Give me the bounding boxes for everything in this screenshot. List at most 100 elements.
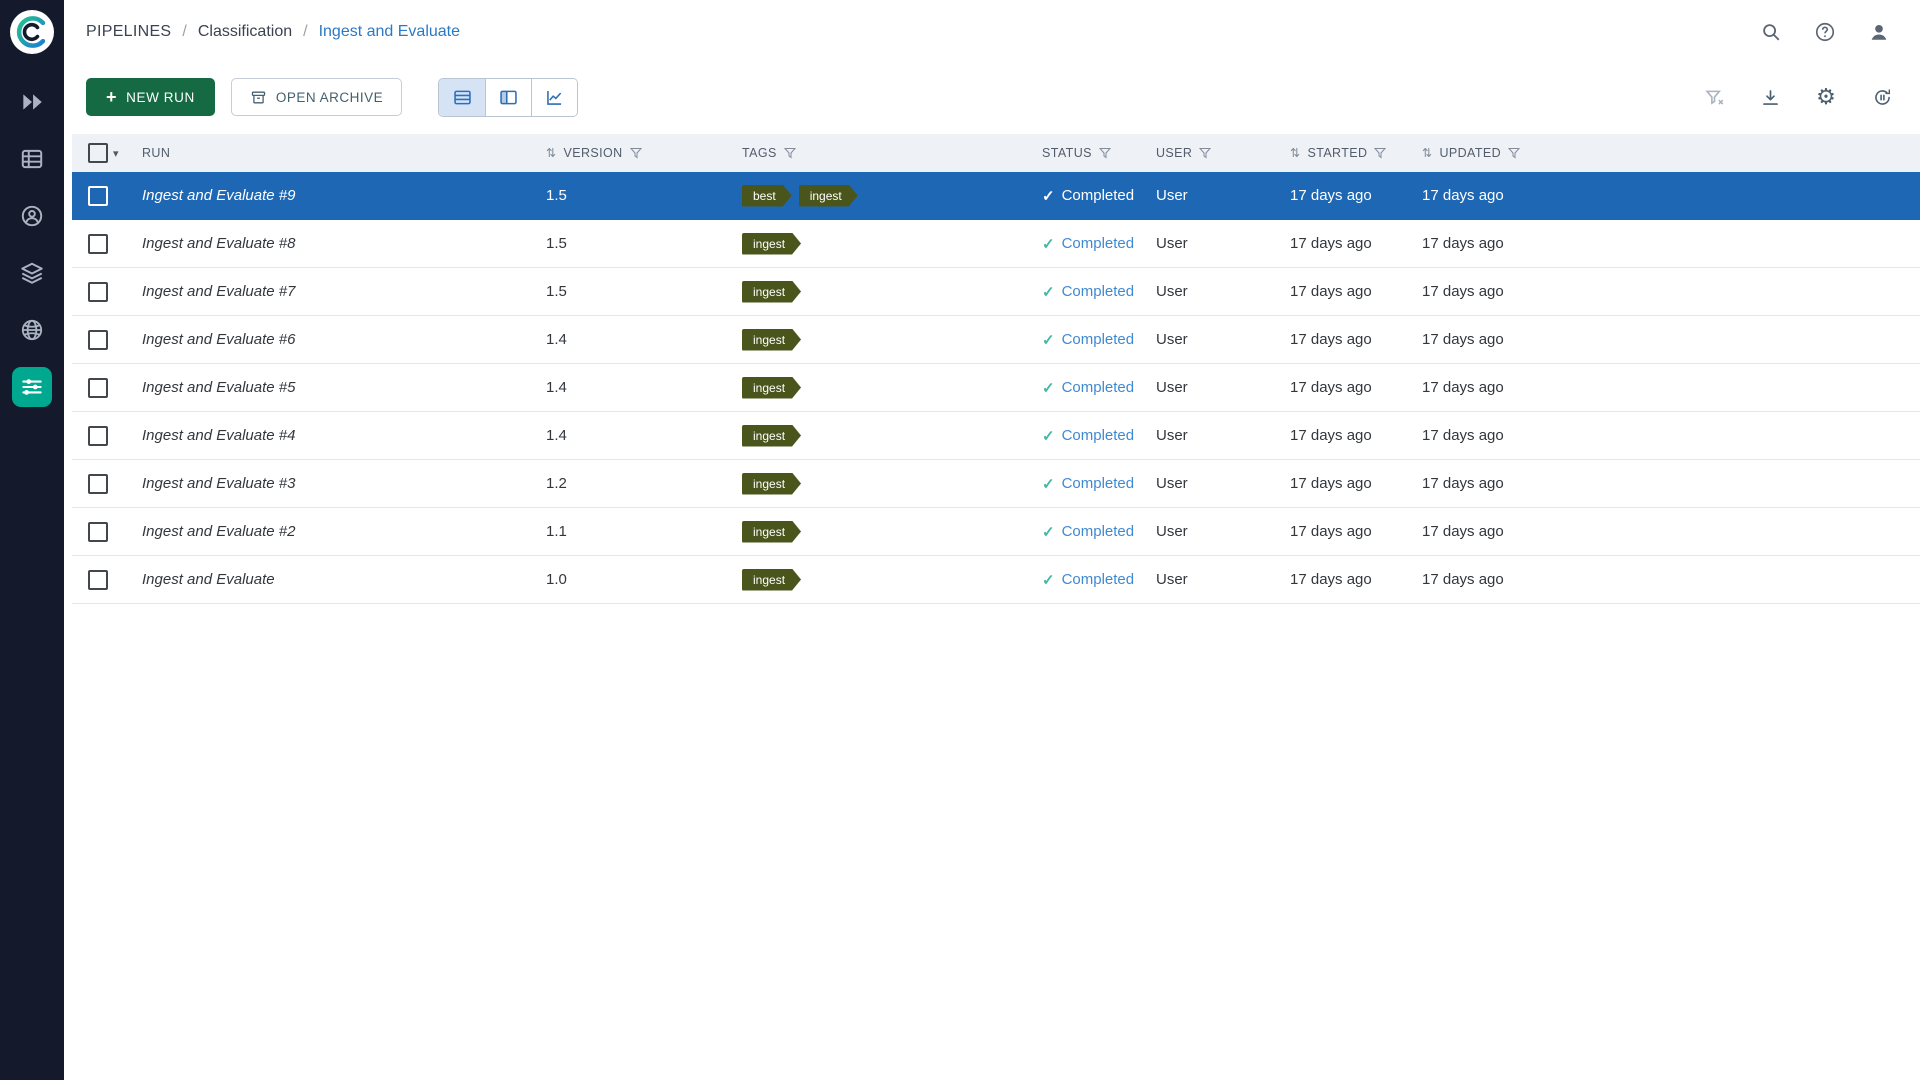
- search-button[interactable]: [1758, 19, 1784, 45]
- column-label: USER: [1156, 146, 1192, 160]
- column-header-started[interactable]: ⇅ STARTED: [1274, 146, 1414, 160]
- run-cell[interactable]: Ingest and Evaluate #4: [134, 427, 538, 444]
- status-check-icon: ✓: [1042, 427, 1055, 445]
- status-label: Completed: [1062, 379, 1135, 396]
- filter-icon[interactable]: [630, 147, 642, 159]
- run-cell[interactable]: Ingest and Evaluate #5: [134, 379, 538, 396]
- row-checkbox[interactable]: [88, 186, 108, 206]
- run-started: 17 days ago: [1290, 523, 1372, 540]
- row-checkbox[interactable]: [88, 426, 108, 446]
- run-cell[interactable]: Ingest and Evaluate #2: [134, 523, 538, 540]
- breadcrumb-item-pipelines[interactable]: PIPELINES: [86, 23, 171, 41]
- run-version: 1.4: [546, 379, 567, 396]
- row-checkbox[interactable]: [88, 234, 108, 254]
- user-avatar[interactable]: [1866, 19, 1892, 45]
- tag-badge[interactable]: ingest: [742, 329, 801, 351]
- table-row[interactable]: Ingest and Evaluate #6 1.4 ingest ✓ Comp…: [72, 316, 1920, 364]
- clearml-logo[interactable]: [10, 10, 54, 54]
- table-row[interactable]: Ingest and Evaluate 1.0 ingest ✓ Complet…: [72, 556, 1920, 604]
- run-cell[interactable]: Ingest and Evaluate #9: [134, 187, 538, 204]
- column-header-run[interactable]: RUN: [134, 146, 538, 160]
- updated-cell: 17 days ago: [1414, 235, 1920, 252]
- filter-icon[interactable]: [1099, 147, 1111, 159]
- table-row[interactable]: Ingest and Evaluate #3 1.2 ingest ✓ Comp…: [72, 460, 1920, 508]
- sort-icon[interactable]: ⇅: [546, 146, 556, 160]
- sort-icon[interactable]: ⇅: [1422, 146, 1432, 160]
- sidebar-item-workers-queues[interactable]: [12, 196, 52, 236]
- download-button[interactable]: [1758, 85, 1782, 109]
- sidebar-item-datasets[interactable]: [12, 139, 52, 179]
- tag-badge[interactable]: ingest: [742, 233, 801, 255]
- filter-icon[interactable]: [1199, 147, 1211, 159]
- table-view-button[interactable]: [439, 79, 485, 116]
- chart-view-button[interactable]: [531, 79, 577, 116]
- user-cell: User: [1148, 475, 1274, 492]
- tag-badge[interactable]: ingest: [742, 569, 801, 591]
- row-checkbox[interactable]: [88, 330, 108, 350]
- breadcrumb-item-pipeline[interactable]: Ingest and Evaluate: [319, 23, 460, 41]
- sidebar-item-projects[interactable]: [12, 82, 52, 122]
- pipeline-toolbar: + NEW RUN OPEN ARCHIVE: [64, 64, 1920, 130]
- sidebar-item-reports[interactable]: [12, 253, 52, 293]
- column-header-user[interactable]: USER: [1148, 146, 1274, 160]
- filter-icon[interactable]: [784, 147, 796, 159]
- run-cell[interactable]: Ingest and Evaluate #8: [134, 235, 538, 252]
- tag-badge[interactable]: best: [742, 185, 792, 207]
- column-header-version[interactable]: ⇅ VERSION: [538, 146, 734, 160]
- row-select-cell: [72, 282, 134, 302]
- settings-button[interactable]: ⚙: [1814, 85, 1838, 109]
- filter-clear-icon: [1704, 87, 1725, 108]
- filter-icon[interactable]: [1508, 147, 1520, 159]
- sidebar-item-pipelines[interactable]: [12, 367, 52, 407]
- auto-refresh-button[interactable]: [1870, 85, 1894, 109]
- status-label: Completed: [1062, 475, 1135, 492]
- tags-cell: ingest: [734, 233, 1034, 255]
- select-dropdown-caret[interactable]: ▾: [113, 147, 119, 160]
- run-tags: ingest: [742, 473, 801, 495]
- breadcrumb-item-project[interactable]: Classification: [198, 23, 292, 41]
- status-check-icon: ✓: [1042, 283, 1055, 301]
- tag-badge[interactable]: ingest: [742, 425, 801, 447]
- table-row[interactable]: Ingest and Evaluate #2 1.1 ingest ✓ Comp…: [72, 508, 1920, 556]
- tag-badge[interactable]: ingest: [742, 377, 801, 399]
- sidebar: [0, 0, 64, 1080]
- split-view-button[interactable]: [485, 79, 531, 116]
- row-checkbox[interactable]: [88, 522, 108, 542]
- tag-badge[interactable]: ingest: [742, 521, 801, 543]
- tag-badge[interactable]: ingest: [742, 281, 801, 303]
- column-header-status[interactable]: STATUS: [1034, 146, 1148, 160]
- tag-badge[interactable]: ingest: [799, 185, 858, 207]
- clear-filters-button[interactable]: [1702, 85, 1726, 109]
- run-cell[interactable]: Ingest and Evaluate #7: [134, 283, 538, 300]
- run-user: User: [1156, 379, 1188, 396]
- filter-icon[interactable]: [1374, 147, 1386, 159]
- row-select-cell: [72, 378, 134, 398]
- run-name: Ingest and Evaluate #2: [142, 523, 295, 540]
- table-row[interactable]: Ingest and Evaluate #7 1.5 ingest ✓ Comp…: [72, 268, 1920, 316]
- run-cell[interactable]: Ingest and Evaluate #3: [134, 475, 538, 492]
- tag-badge[interactable]: ingest: [742, 473, 801, 495]
- table-row[interactable]: Ingest and Evaluate #8 1.5 ingest ✓ Comp…: [72, 220, 1920, 268]
- row-checkbox[interactable]: [88, 570, 108, 590]
- sidebar-item-hyperdatasets[interactable]: [12, 310, 52, 350]
- table-row[interactable]: Ingest and Evaluate #9 1.5 bestingest ✓ …: [72, 172, 1920, 220]
- row-checkbox[interactable]: [88, 282, 108, 302]
- select-all-checkbox[interactable]: [88, 143, 108, 163]
- sort-icon[interactable]: ⇅: [1290, 146, 1300, 160]
- run-started: 17 days ago: [1290, 283, 1372, 300]
- help-button[interactable]: [1812, 19, 1838, 45]
- datasets-icon: [19, 146, 45, 172]
- archive-icon: [250, 89, 267, 106]
- column-header-tags[interactable]: TAGS: [734, 146, 1034, 160]
- started-cell: 17 days ago: [1274, 331, 1414, 348]
- new-run-button[interactable]: + NEW RUN: [86, 78, 215, 116]
- pipelines-icon: [19, 374, 45, 400]
- open-archive-button[interactable]: OPEN ARCHIVE: [231, 78, 402, 116]
- table-row[interactable]: Ingest and Evaluate #4 1.4 ingest ✓ Comp…: [72, 412, 1920, 460]
- run-cell[interactable]: Ingest and Evaluate #6: [134, 331, 538, 348]
- row-checkbox[interactable]: [88, 378, 108, 398]
- table-row[interactable]: Ingest and Evaluate #5 1.4 ingest ✓ Comp…: [72, 364, 1920, 412]
- run-cell[interactable]: Ingest and Evaluate: [134, 571, 538, 588]
- row-checkbox[interactable]: [88, 474, 108, 494]
- column-header-updated[interactable]: ⇅ UPDATED: [1414, 146, 1920, 160]
